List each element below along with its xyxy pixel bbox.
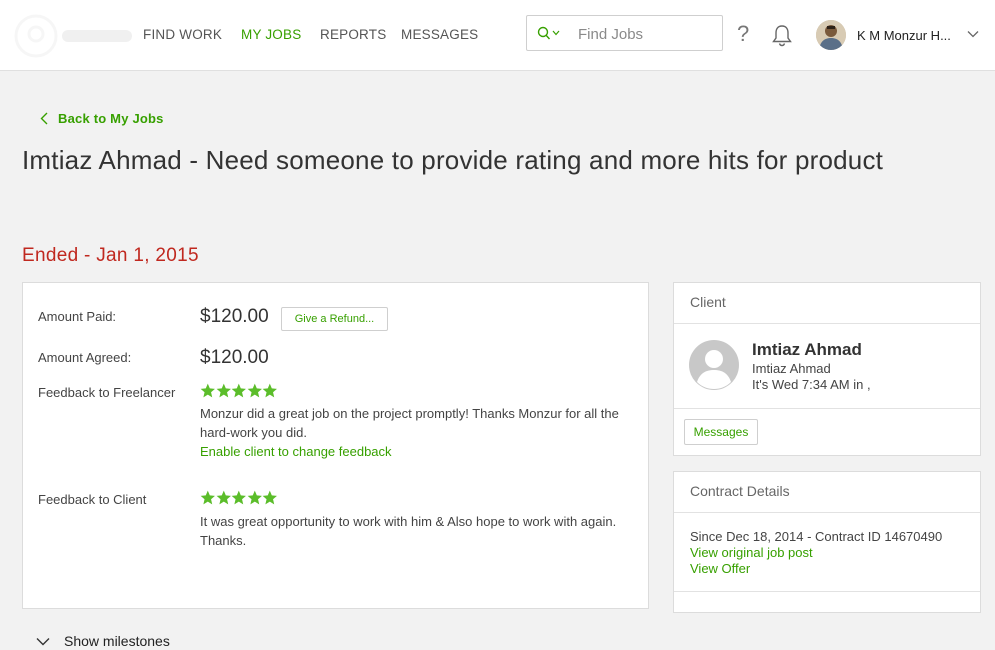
chevron-down-icon [36, 638, 50, 646]
client-name: Imtiaz Ahmad [752, 340, 862, 359]
contract-status: Ended - Jan 1, 2015 [22, 245, 199, 266]
star-icon [216, 383, 231, 398]
chevron-left-icon [40, 112, 48, 125]
help-icon[interactable]: ? [737, 21, 749, 47]
amount-paid-value: $120.00 [200, 306, 269, 327]
star-icon [231, 383, 247, 398]
logo-icon[interactable] [14, 12, 58, 60]
messages-button[interactable]: Messages [684, 419, 758, 445]
search-input[interactable]: Find Jobs [578, 26, 643, 43]
star-icon [247, 383, 262, 398]
show-milestones-label: Show milestones [64, 633, 170, 649]
nav-messages[interactable]: MESSAGES [401, 27, 478, 42]
feedback-to-client-text: It was great opportunity to work with hi… [200, 514, 617, 548]
amount-paid-label: Amount Paid: [38, 309, 117, 324]
divider [674, 591, 980, 592]
feedback-to-client-label: Feedback to Client [38, 492, 147, 507]
top-navigation-bar: FIND WORK MY JOBS REPORTS MESSAGES Find … [0, 0, 995, 71]
star-icon [200, 383, 215, 398]
contract-details-title: Contract Details [674, 472, 980, 513]
star-icon [216, 490, 231, 505]
client-card: Client Imtiaz Ahmad Imtiaz Ahmad It's We… [673, 282, 981, 456]
logo-wordmark [62, 30, 132, 42]
view-offer-link[interactable]: View Offer [690, 561, 750, 576]
nav-my-jobs[interactable]: MY JOBS [241, 27, 301, 42]
freelancer-rating-stars [200, 383, 278, 399]
chevron-down-icon[interactable] [967, 29, 979, 39]
default-avatar-icon [689, 340, 739, 390]
star-icon [263, 383, 278, 398]
star-icon [263, 490, 278, 505]
amount-agreed-value: $120.00 [200, 347, 269, 368]
notifications-bell-icon[interactable] [771, 23, 793, 47]
nav-reports[interactable]: REPORTS [320, 27, 386, 42]
star-icon [247, 490, 262, 505]
search-box[interactable]: Find Jobs [526, 15, 723, 51]
star-icon [231, 490, 247, 505]
user-avatar[interactable] [816, 20, 846, 50]
back-link-label: Back to My Jobs [58, 111, 164, 126]
feedback-to-freelancer-label: Feedback to Freelancer [38, 385, 176, 400]
search-icon[interactable] [537, 26, 561, 42]
divider [674, 408, 980, 409]
client-rating-stars [200, 490, 278, 506]
client-local-time: It's Wed 7:34 AM in , [752, 377, 871, 392]
contract-details-card: Contract Details Since Dec 18, 2014 - Co… [673, 471, 981, 613]
amount-agreed-label: Amount Agreed: [38, 350, 132, 365]
view-original-job-post-link[interactable]: View original job post [690, 545, 813, 560]
page-title: Imtiaz Ahmad - Need someone to provide r… [22, 145, 884, 175]
contract-summary-panel: Amount Paid: $120.00 Give a Refund... Am… [22, 282, 649, 609]
give-refund-button[interactable]: Give a Refund... [281, 307, 388, 331]
nav-find-work[interactable]: FIND WORK [143, 27, 222, 42]
show-milestones-toggle[interactable]: Show milestones [36, 633, 170, 649]
user-name[interactable]: K M Monzur H... [857, 28, 951, 43]
client-card-title: Client [674, 283, 980, 324]
client-subname: Imtiaz Ahmad [752, 361, 831, 376]
feedback-to-freelancer-text: Monzur did a great job on the project pr… [200, 406, 619, 440]
enable-change-feedback-link[interactable]: Enable client to change feedback [200, 444, 392, 459]
back-to-my-jobs-link[interactable]: Back to My Jobs [40, 111, 164, 126]
star-icon [200, 490, 215, 505]
contract-since-line: Since Dec 18, 2014 - Contract ID 1467049… [690, 529, 943, 544]
